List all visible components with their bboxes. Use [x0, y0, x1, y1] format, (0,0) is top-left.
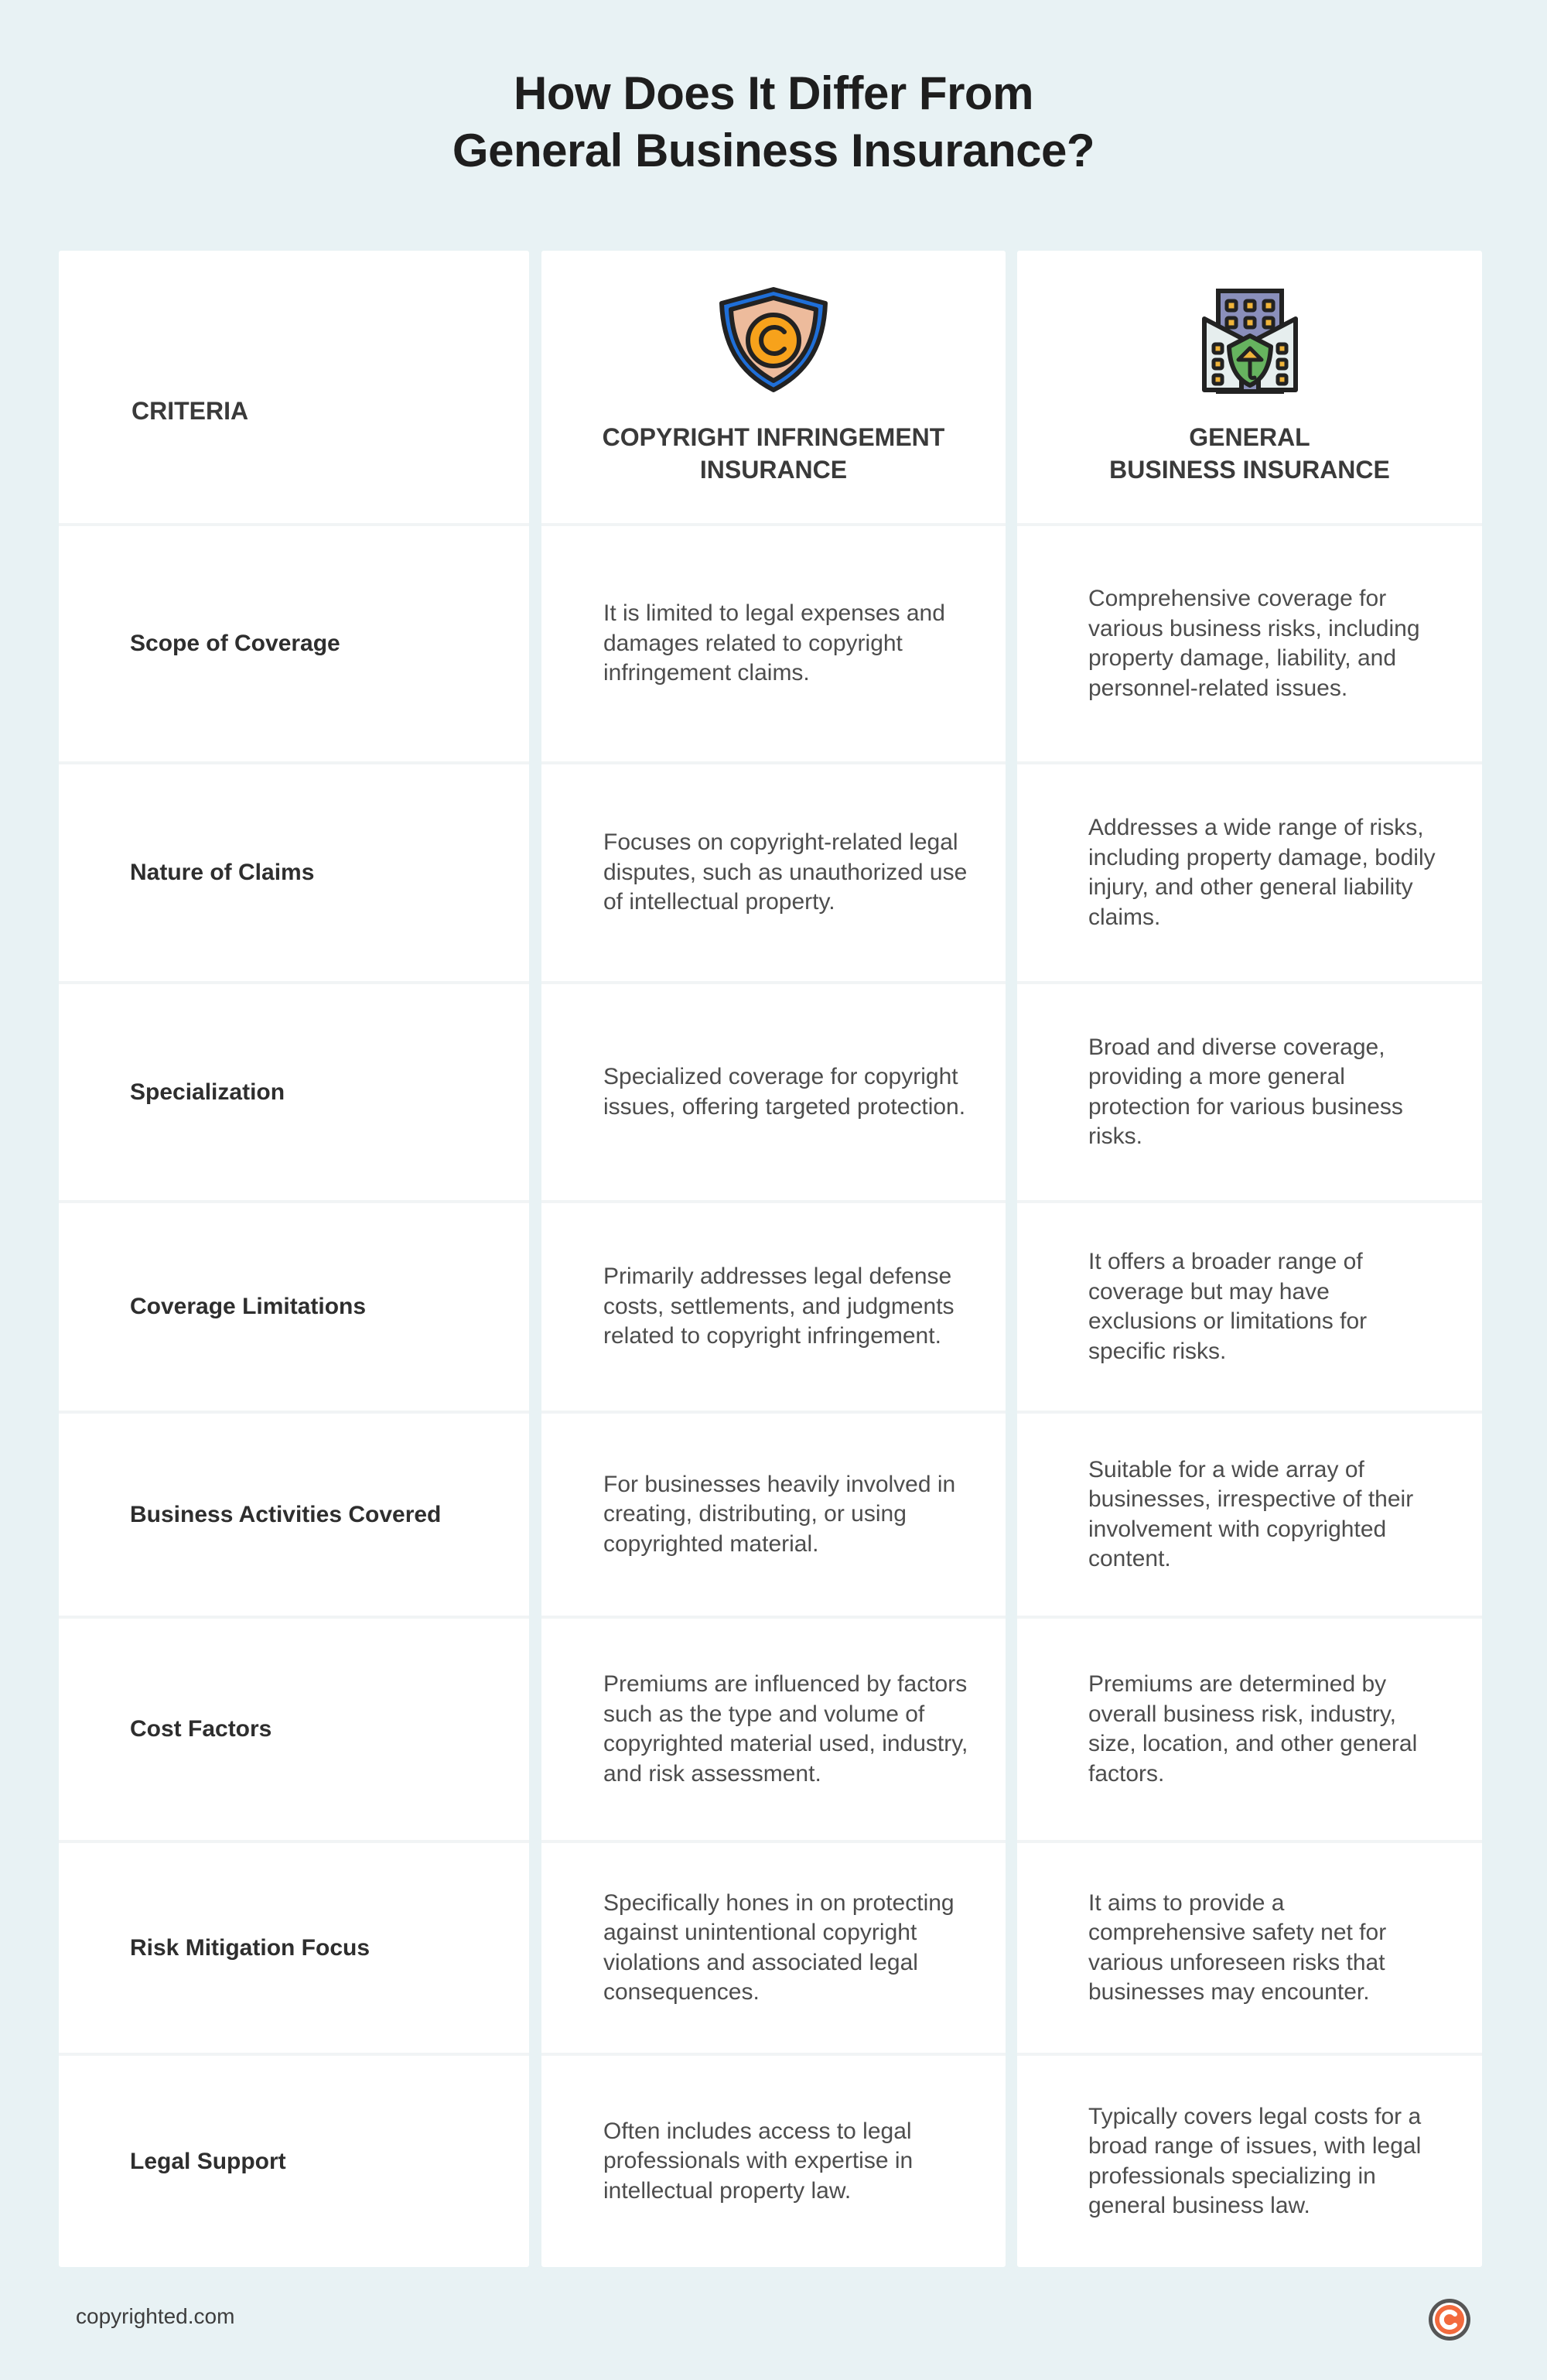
copyright-cell: Focuses on copyright-related legal dispu… [541, 764, 1006, 981]
criteria-cell: Specialization [59, 984, 529, 1200]
general-description: It offers a broader range of coverage bu… [1088, 1249, 1368, 1364]
copyright-header-cell: COPYRIGHT INFRINGEMENT INSURANCE [541, 251, 1006, 525]
criteria-cell: Legal Support [59, 2056, 529, 2267]
copyright-description: For businesses heavily involved in creat… [603, 1471, 956, 1557]
general-cell: Addresses a wide range of risks, includi… [1017, 764, 1482, 981]
shield-copyright-icon [708, 272, 839, 404]
copyright-cell: Often includes access to legal professio… [541, 2056, 1006, 2267]
general-cell: Comprehensive coverage for various busin… [1017, 526, 1482, 761]
general-cell: Broad and diverse coverage, providing a … [1017, 984, 1482, 1200]
criteria-header-cell: CRITERIA [59, 251, 529, 525]
copyright-cell: Specifically hones in on protecting agai… [541, 1843, 1006, 2053]
criteria-label: Specialization [130, 1079, 285, 1105]
criteria-label: Legal Support [130, 2148, 286, 2174]
criteria-header: CRITERIA [131, 396, 249, 425]
criteria-cell: Business Activities Covered [59, 1414, 529, 1616]
copyright-cell: It is limited to legal expenses and dama… [541, 526, 1006, 761]
criteria-label: Coverage Limitations [130, 1294, 367, 1319]
criteria-cell: Coverage Limitations [59, 1203, 529, 1411]
general-description: Broad and diverse coverage, providing a … [1088, 1034, 1403, 1150]
general-header-text: GENERAL BUSINESS INSURANCE [1017, 421, 1482, 486]
copyright-cell: Premiums are influenced by factors such … [541, 1619, 1006, 1840]
title-line-2: General Business Insurance? [452, 125, 1095, 176]
copyright-cell: For businesses heavily involved in creat… [541, 1414, 1006, 1616]
copyright-description: It is limited to legal expenses and dama… [603, 600, 945, 686]
copyright-description: Primarily addresses legal defense costs,… [603, 1264, 954, 1349]
criteria-cell: Risk Mitigation Focus [59, 1843, 529, 2053]
copyright-description: Premiums are influenced by factors such … [603, 1671, 968, 1787]
page-title: How Does It Differ From General Business… [0, 65, 1547, 180]
general-header-line-2: BUSINESS INSURANCE [1109, 456, 1390, 484]
general-cell: Suitable for a wide array of businesses,… [1017, 1414, 1482, 1616]
criteria-label: Scope of Coverage [130, 631, 340, 656]
copyright-header-line-1: COPYRIGHT INFRINGEMENT [602, 423, 945, 451]
copyright-logo-icon [1426, 2296, 1473, 2343]
general-insurance-column: GENERAL BUSINESS INSURANCE Comprehensive… [1017, 251, 1482, 2267]
general-cell: Typically covers legal costs for a broad… [1017, 2056, 1482, 2267]
criteria-cell: Nature of Claims [59, 764, 529, 981]
general-header-line-1: GENERAL [1189, 423, 1310, 451]
general-description: Premiums are determined by overall busin… [1088, 1671, 1418, 1787]
copyright-description: Focuses on copyright-related legal dispu… [603, 829, 968, 915]
general-header-cell: GENERAL BUSINESS INSURANCE [1017, 251, 1482, 525]
copyright-description: Often includes access to legal professio… [603, 2118, 914, 2204]
general-description: Addresses a wide range of risks, includi… [1088, 815, 1436, 930]
footer-site-link[interactable]: copyrighted.com [76, 2304, 234, 2329]
criteria-column: CRITERIA Scope of Coverage Nature of Cla… [59, 251, 529, 2267]
criteria-label: Nature of Claims [130, 860, 315, 885]
general-description: Suitable for a wide array of businesses,… [1088, 1456, 1414, 1572]
copyright-insurance-column: COPYRIGHT INFRINGEMENT INSURANCE It is l… [541, 251, 1006, 2267]
copyright-description: Specifically hones in on protecting agai… [603, 1889, 954, 2006]
general-description: It aims to provide a comprehensive safet… [1088, 1889, 1387, 2006]
criteria-label: Cost Factors [130, 1716, 272, 1742]
copyright-header-text: COPYRIGHT INFRINGEMENT INSURANCE [541, 421, 1006, 486]
copyright-description: Specialized coverage for copyright issue… [603, 1064, 966, 1120]
general-cell: It aims to provide a comprehensive safet… [1017, 1843, 1482, 2053]
criteria-label: Risk Mitigation Focus [130, 1934, 371, 1961]
general-description: Typically covers legal costs for a broad… [1088, 2103, 1422, 2219]
title-line-1: How Does It Differ From [514, 67, 1033, 119]
copyright-cell: Primarily addresses legal defense costs,… [541, 1203, 1006, 1411]
building-shield-umbrella-icon [1184, 272, 1316, 404]
copyright-header-line-2: INSURANCE [699, 456, 848, 484]
criteria-cell: Cost Factors [59, 1619, 529, 1840]
copyright-cell: Specialized coverage for copyright issue… [541, 984, 1006, 1200]
general-cell: It offers a broader range of coverage bu… [1017, 1203, 1482, 1411]
criteria-label: Business Activities Covered [130, 1501, 442, 1527]
general-description: Comprehensive coverage for various busin… [1088, 586, 1420, 701]
criteria-cell: Scope of Coverage [59, 526, 529, 761]
general-cell: Premiums are determined by overall busin… [1017, 1619, 1482, 1840]
